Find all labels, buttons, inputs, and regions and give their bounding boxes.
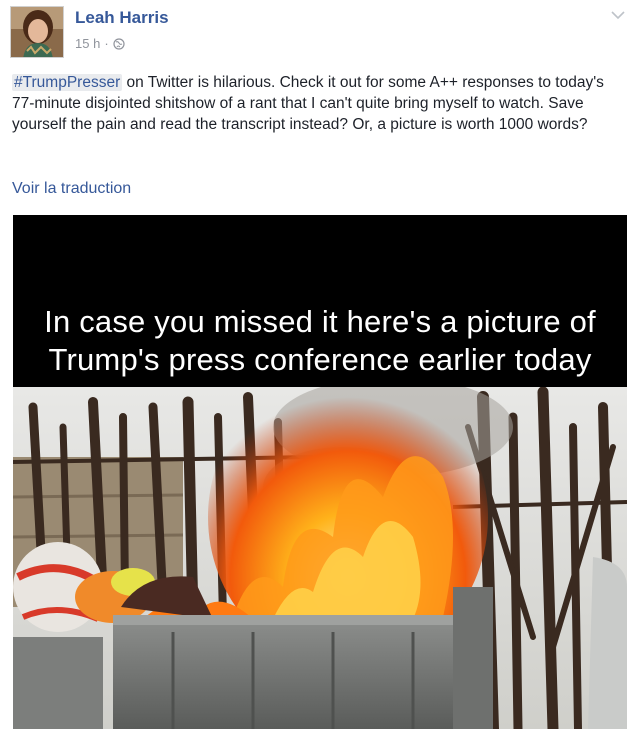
- globe-icon: [113, 37, 125, 50]
- post-meta: 15 h ·: [75, 36, 125, 51]
- burning-dumpster-photo: [13, 387, 627, 729]
- post-body: #TrumpPresser on Twitter is hilarious. C…: [12, 72, 628, 135]
- post-header: Leah Harris 15 h ·: [0, 0, 640, 64]
- meme-caption-line2: Trump's press conference earlier today: [48, 342, 592, 377]
- avatar[interactable]: [10, 6, 64, 58]
- meme-caption: In case you missed it here's a picture o…: [13, 303, 627, 379]
- author-name[interactable]: Leah Harris: [75, 8, 169, 28]
- post-timestamp[interactable]: 15 h: [75, 36, 100, 51]
- meta-separator: ·: [104, 36, 109, 51]
- hashtag-link[interactable]: #TrumpPresser: [12, 74, 123, 91]
- meme-caption-line1: In case you missed it here's a picture o…: [44, 304, 596, 339]
- translate-link[interactable]: Voir la traduction: [12, 180, 131, 198]
- post-image[interactable]: In case you missed it here's a picture o…: [13, 215, 627, 729]
- chevron-down-icon[interactable]: [610, 8, 626, 20]
